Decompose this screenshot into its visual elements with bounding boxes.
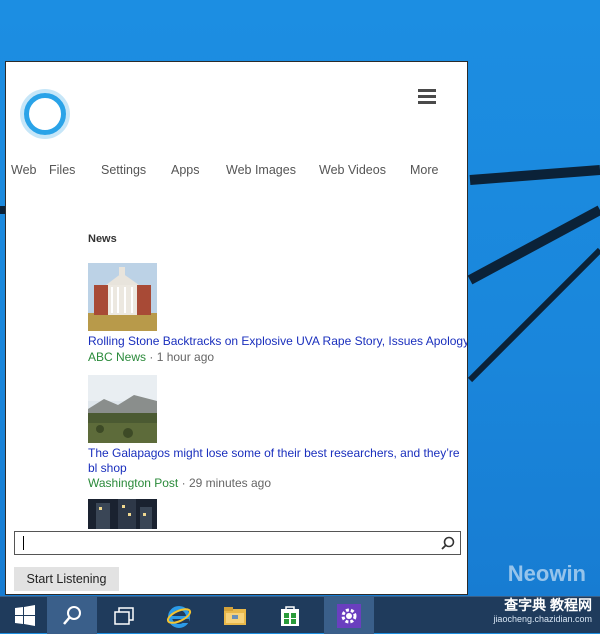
search-field[interactable] <box>14 531 461 555</box>
building-photo-thumbnail[interactable] <box>88 263 157 331</box>
neowin-watermark: Neowin <box>507 561 586 586</box>
start-listening-button[interactable]: Start Listening <box>14 567 119 591</box>
news-meta-2: Washington Post · 29 minutes ago <box>88 476 271 490</box>
news-heading: News <box>88 233 117 245</box>
news-time-2: · 29 minutes ago <box>181 476 272 490</box>
tab-files[interactable]: Files <box>49 163 75 177</box>
corner-watermark-title: 查字典 教程网 <box>504 597 592 613</box>
news-time-1: · 1 hour ago <box>149 350 215 364</box>
search-input[interactable] <box>17 533 436 553</box>
store-icon <box>281 605 299 626</box>
cortana-icon[interactable] <box>24 93 66 135</box>
taskbar-search-button[interactable] <box>47 597 97 634</box>
settings-icon <box>337 603 361 628</box>
landscape-photo-thumbnail[interactable] <box>88 375 157 443</box>
tab-web-videos[interactable]: Web Videos <box>319 163 386 177</box>
tab-web[interactable]: Web <box>11 163 36 177</box>
hamburger-menu-icon[interactable] <box>418 89 436 105</box>
news-source-2[interactable]: Washington Post <box>88 476 178 490</box>
search-scope-tabs: Web Files Settings Apps Web Images Web V… <box>6 163 467 181</box>
news-source-1[interactable]: ABC News <box>88 350 146 364</box>
text-caret <box>23 536 24 550</box>
tab-more[interactable]: More <box>410 163 438 177</box>
start-button[interactable] <box>0 597 50 634</box>
news-meta-1: ABC News · 1 hour ago <box>88 350 214 364</box>
internet-explorer-icon <box>166 605 192 628</box>
city-night-photo-thumbnail[interactable] <box>88 499 157 529</box>
windows-start-icon <box>15 604 35 626</box>
corner-watermark: 查字典 教程网 jiaocheng.chazidian.com <box>493 598 592 626</box>
file-explorer-button[interactable] <box>210 597 260 634</box>
task-view-button[interactable] <box>99 597 149 634</box>
task-view-icon <box>114 606 134 625</box>
tab-web-images[interactable]: Web Images <box>226 163 296 177</box>
search-icon[interactable] <box>440 535 457 552</box>
store-button[interactable] <box>265 597 315 634</box>
tab-apps[interactable]: Apps <box>171 163 200 177</box>
internet-explorer-button[interactable] <box>154 597 204 634</box>
settings-button[interactable] <box>324 597 374 634</box>
corner-watermark-url: jiaocheng.chazidian.com <box>493 614 592 624</box>
news-title-2[interactable]: The Galapagos might lose some of their b… <box>88 446 467 475</box>
search-icon <box>63 605 81 625</box>
news-title-1[interactable]: Rolling Stone Backtracks on Explosive UV… <box>88 334 467 349</box>
file-explorer-icon <box>224 606 246 625</box>
tab-settings[interactable]: Settings <box>101 163 146 177</box>
cortana-search-panel: Web Files Settings Apps Web Images Web V… <box>5 61 468 595</box>
